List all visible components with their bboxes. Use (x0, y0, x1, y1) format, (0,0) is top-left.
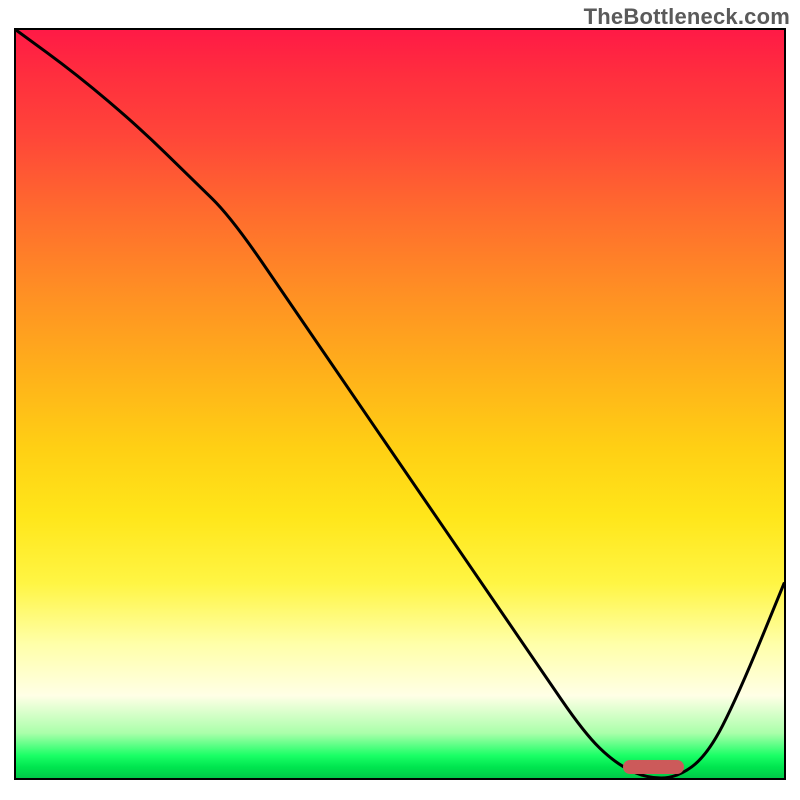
bottleneck-curve-path (16, 30, 784, 778)
bottleneck-chart: TheBottleneck.com (0, 0, 800, 800)
optimal-range-marker (623, 760, 684, 774)
watermark-text: TheBottleneck.com (584, 4, 790, 30)
plot-area (14, 28, 786, 780)
curve-layer (16, 30, 784, 778)
